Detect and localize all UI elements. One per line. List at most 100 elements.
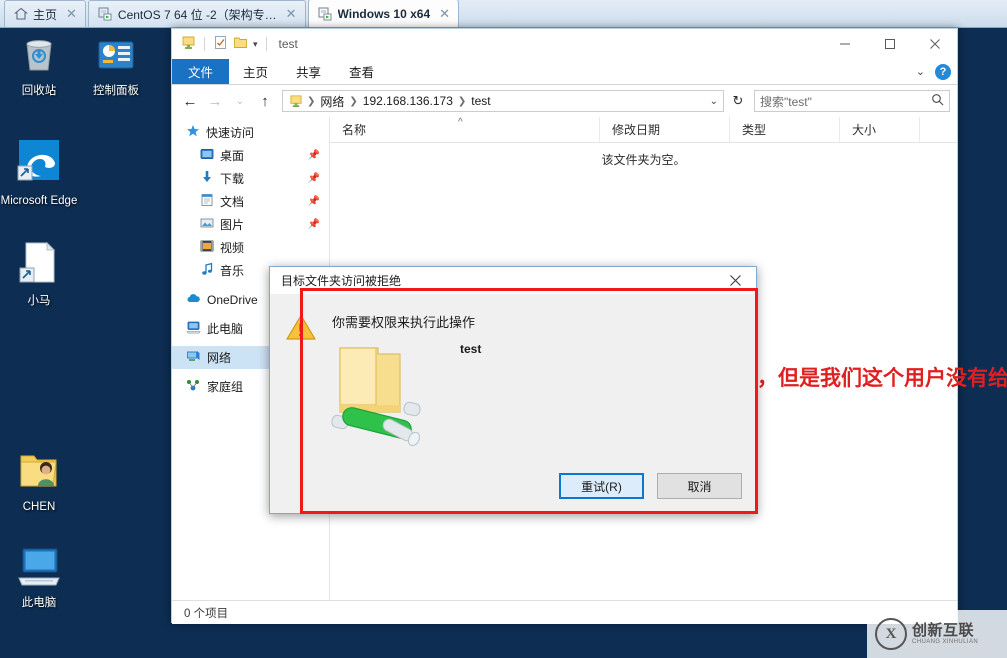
maximize-icon[interactable] (867, 29, 912, 59)
dialog-title: 目标文件夹访问被拒绝 (281, 274, 402, 288)
vm-icon (98, 7, 113, 21)
minimize-icon[interactable] (822, 29, 867, 59)
home-icon (14, 7, 28, 21)
forward-button[interactable]: → (204, 89, 226, 113)
window-controls (822, 29, 957, 59)
watermark: X 创新互联 CHUANG XINHULIAN (867, 610, 1007, 658)
sidebar-item-label: 文档 (220, 195, 245, 209)
vmware-tab-home[interactable]: 主页 ✕ (4, 0, 86, 27)
close-icon[interactable]: ✕ (439, 6, 450, 22)
close-icon[interactable] (714, 267, 756, 294)
desktop-icon-recycle-bin[interactable]: 回收站 (0, 34, 78, 98)
properties-icon[interactable] (213, 35, 228, 53)
desktop-icon-label: 此电脑 (21, 597, 57, 609)
watermark-cn: 创新互联 (912, 621, 975, 639)
pin-icon[interactable]: 📌 (308, 150, 320, 161)
divider (265, 37, 267, 51)
breadcrumb-item-network[interactable]: 网络 (316, 93, 348, 110)
ribbon-tab-share[interactable]: 共享 (282, 59, 335, 84)
file-shortcut-icon (0, 240, 78, 290)
edge-icon (0, 138, 78, 190)
back-button[interactable]: ← (179, 89, 201, 113)
vmware-tab-windows10[interactable]: Windows 10 x64 ✕ (307, 0, 460, 27)
videos-icon (200, 239, 214, 256)
desktop-icon-control-panel[interactable]: 控制面板 (77, 34, 155, 98)
access-denied-dialog: 目标文件夹访问被拒绝 你需要权限来执行此操作 test 重试(R) 取消 (269, 266, 757, 514)
retry-button[interactable]: 重试(R) (559, 473, 644, 499)
cancel-button[interactable]: 取消 (657, 473, 742, 499)
recycle-bin-icon (0, 34, 78, 80)
close-icon[interactable]: ✕ (66, 6, 77, 22)
sidebar-item-quick-access[interactable]: 快速访问 (172, 121, 329, 144)
document-icon (200, 193, 214, 210)
sidebar-item-label: 下载 (220, 172, 245, 186)
new-folder-icon[interactable] (233, 35, 248, 53)
desktop-icon-label: CHEN (22, 501, 56, 513)
close-icon[interactable]: ✕ (286, 6, 297, 22)
sidebar-item-downloads[interactable]: 下载 📌 (172, 167, 329, 190)
sidebar-item-videos[interactable]: 视频 (172, 236, 329, 259)
search-placeholder: 搜索"test" (760, 94, 812, 109)
pin-icon[interactable]: 📌 (308, 219, 320, 230)
desktop-icon-label: 小马 (27, 295, 51, 307)
sidebar-item-documents[interactable]: 文档 📌 (172, 190, 329, 213)
dialog-item-name: test (460, 342, 482, 356)
ribbon-tab-view[interactable]: 查看 (335, 59, 388, 84)
breadcrumb-item-test[interactable]: test (467, 94, 494, 108)
network-folder-icon[interactable] (181, 35, 196, 53)
user-folder-icon (0, 448, 78, 496)
desktop-icon-this-pc[interactable]: 此电脑 (0, 546, 78, 610)
sidebar-item-label: 快速访问 (206, 126, 255, 140)
desktop-icon-label: Microsoft Edge (0, 195, 78, 207)
sidebar-item-label: 音乐 (220, 264, 245, 278)
empty-folder-message: 该文件夹为空。 (601, 153, 686, 167)
desktop-icon-label: 回收站 (21, 85, 57, 97)
breadcrumb-separator: ❯ (349, 95, 358, 107)
dialog-title-bar: 目标文件夹访问被拒绝 (270, 267, 756, 294)
column-header-name[interactable]: 名称 (330, 117, 600, 142)
vmware-tab-strip: 主页 ✕ CentOS 7 64 位 -2（架构专… ✕ Windows 10 … (0, 0, 1007, 28)
dialog-button-row: 重试(R) 取消 (559, 473, 742, 499)
desktop-icon-xiaoma[interactable]: 小马 (0, 240, 78, 308)
desktop-icon-chen[interactable]: CHEN (0, 448, 78, 514)
chevron-down-icon[interactable]: ⌄ (710, 96, 718, 107)
sidebar-item-desktop[interactable]: 桌面 📌 (172, 144, 329, 167)
column-header-row: 名称 修改日期 类型 大小 ^ (330, 117, 957, 143)
download-icon (200, 170, 214, 187)
chevron-down-icon[interactable]: ⌄ (916, 65, 925, 78)
vmware-tab-centos[interactable]: CentOS 7 64 位 -2（架构专… ✕ (87, 0, 306, 27)
up-button[interactable]: ↑ (254, 89, 276, 113)
desktop-icon (200, 147, 214, 164)
desktop-icon-label: 控制面板 (93, 85, 139, 97)
breadcrumb-item-host[interactable]: 192.168.136.173 (359, 94, 457, 108)
status-bar: 0 个项目 (172, 600, 957, 624)
vm-icon (317, 6, 333, 21)
customize-dropdown-icon[interactable]: ▾ (253, 39, 258, 50)
help-icon[interactable]: ? (935, 63, 951, 80)
dialog-body: 你需要权限来执行此操作 test 重试(R) 取消 (270, 294, 756, 513)
ribbon-tab-bar: 文件 主页 共享 查看 ⌄ ? (172, 59, 957, 85)
sidebar-item-label: 此电脑 (207, 322, 244, 336)
search-icon (931, 93, 944, 109)
column-header-date[interactable]: 修改日期 (600, 117, 730, 142)
recent-locations-button[interactable]: ⌄ (229, 89, 251, 113)
pin-icon[interactable]: 📌 (308, 173, 320, 184)
breadcrumb-separator: ❯ (457, 95, 467, 107)
column-header-type[interactable]: 类型 (730, 117, 840, 142)
explorer-title-bar: ▾ test (172, 29, 957, 59)
close-icon[interactable] (912, 29, 957, 59)
sidebar-item-pictures[interactable]: 图片 📌 (172, 213, 329, 236)
desktop-icon-edge[interactable]: Microsoft Edge (0, 138, 78, 208)
pin-icon[interactable]: 📌 (308, 196, 320, 207)
ribbon-tab-home[interactable]: 主页 (229, 59, 282, 84)
sidebar-item-label: 桌面 (220, 149, 245, 163)
breadcrumb[interactable]: ❯ 网络 ❯ 192.168.136.173 ❯ test ⌄ (282, 90, 724, 112)
column-header-size[interactable]: 大小 (840, 117, 920, 142)
dialog-message: 你需要权限来执行此操作 (332, 315, 476, 330)
refresh-button[interactable]: ↻ (727, 90, 749, 112)
search-input[interactable]: 搜索"test" (754, 90, 950, 112)
ribbon-tab-file[interactable]: 文件 (172, 59, 230, 84)
sidebar-item-label: 家庭组 (207, 380, 244, 394)
divider (204, 37, 205, 51)
vmware-tab-label: Windows 10 x64 (337, 6, 431, 21)
